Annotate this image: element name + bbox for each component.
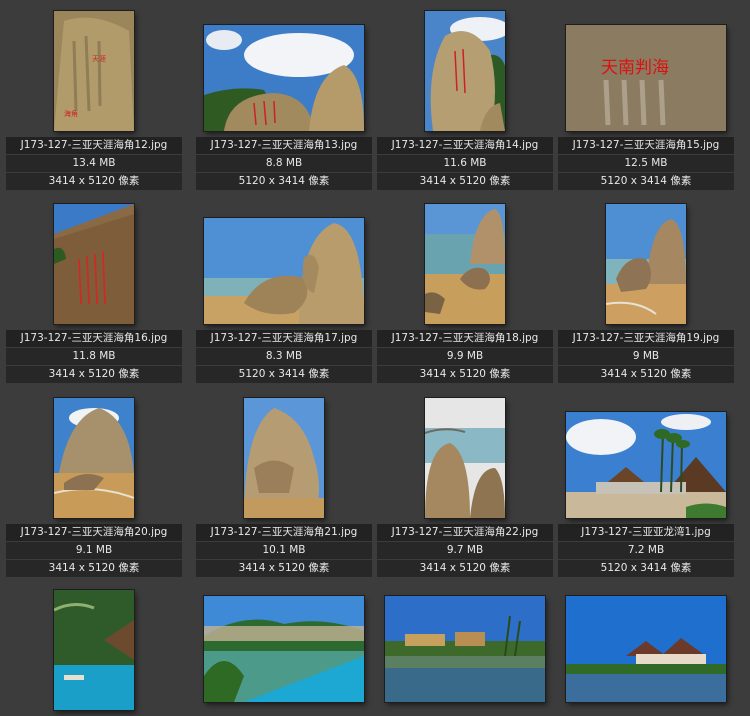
image-dimensions: 5120 x 3414 像素: [558, 560, 734, 578]
photo-thumbnail[interactable]: 天南判海: [565, 24, 727, 132]
rock-text: 天南判海: [601, 58, 669, 78]
image-dimensions: 5120 x 3414 像素: [196, 173, 372, 191]
file-name: J173-127-三亚天涯海角18.jpg: [377, 330, 553, 348]
file-name: J173-127-三亚天涯海角22.jpg: [377, 524, 553, 542]
photo-thumbnail[interactable]: [424, 203, 506, 325]
photo-thumbnail[interactable]: [53, 589, 135, 711]
file-name: J173-127-三亚天涯海角21.jpg: [196, 524, 372, 542]
file-name: J173-127-三亚天涯海角19.jpg: [558, 330, 734, 348]
thumbnail-grid: 天涯 海角 J173-127-三亚天涯海角12.jpg 13.4 MB 3414…: [0, 0, 750, 715]
file-size: 8.8 MB: [196, 155, 372, 173]
file-size: 12.5 MB: [558, 155, 734, 173]
file-size: 9 MB: [558, 348, 734, 366]
file-size: 9.9 MB: [377, 348, 553, 366]
rock-text: 天涯: [92, 54, 106, 63]
thumbnail-item[interactable]: 天涯 海角 J173-127-三亚天涯海角12.jpg 13.4 MB 3414…: [6, 5, 182, 191]
image-dimensions: 3414 x 5120 像素: [377, 560, 553, 578]
thumbnail-item[interactable]: [377, 586, 553, 716]
photo-thumbnail[interactable]: [384, 595, 546, 703]
file-name: J173-127-三亚天涯海角14.jpg: [377, 137, 553, 155]
thumbnail-item[interactable]: [558, 586, 734, 716]
file-size: 7.2 MB: [558, 542, 734, 560]
thumbnail-item[interactable]: [196, 586, 372, 716]
photo-thumbnail[interactable]: [203, 595, 365, 703]
file-name: J173-127-三亚天涯海角12.jpg: [6, 137, 182, 155]
file-size: 13.4 MB: [6, 155, 182, 173]
file-size: 9.1 MB: [6, 542, 182, 560]
thumbnail-item[interactable]: J173-127-三亚天涯海角18.jpg 9.9 MB 3414 x 5120…: [377, 198, 553, 384]
thumbnail-item[interactable]: J173-127-三亚天涯海角21.jpg 10.1 MB 3414 x 512…: [196, 392, 372, 578]
image-dimensions: 3414 x 5120 像素: [6, 366, 182, 384]
photo-thumbnail[interactable]: [53, 397, 135, 519]
file-name: J173-127-三亚亚龙湾1.jpg: [558, 524, 734, 542]
svg-text:海角: 海角: [64, 109, 78, 118]
photo-thumbnail[interactable]: [424, 10, 506, 132]
file-size: 11.6 MB: [377, 155, 553, 173]
image-dimensions: 5120 x 3414 像素: [558, 173, 734, 191]
file-name: J173-127-三亚天涯海角20.jpg: [6, 524, 182, 542]
photo-thumbnail[interactable]: 天涯 海角: [53, 10, 135, 132]
file-name: J173-127-三亚天涯海角17.jpg: [196, 330, 372, 348]
photo-thumbnail[interactable]: [565, 411, 727, 519]
image-dimensions: 3414 x 5120 像素: [6, 173, 182, 191]
photo-thumbnail[interactable]: [203, 217, 365, 325]
photo-thumbnail[interactable]: [605, 203, 687, 325]
photo-thumbnail[interactable]: [203, 24, 365, 132]
thumbnail-item[interactable]: 天南判海 J173-127-三亚天涯海角15.jpg 12.5 MB 5120 …: [558, 5, 734, 191]
thumbnail-item[interactable]: [6, 586, 182, 716]
thumbnail-item[interactable]: J173-127-三亚天涯海角13.jpg 8.8 MB 5120 x 3414…: [196, 5, 372, 191]
file-size: 9.7 MB: [377, 542, 553, 560]
photo-thumbnail[interactable]: [424, 397, 506, 519]
image-dimensions: 5120 x 3414 像素: [196, 366, 372, 384]
file-size: 10.1 MB: [196, 542, 372, 560]
image-dimensions: 3414 x 5120 像素: [6, 560, 182, 578]
image-dimensions: 3414 x 5120 像素: [558, 366, 734, 384]
thumbnail-item[interactable]: J173-127-三亚天涯海角22.jpg 9.7 MB 3414 x 5120…: [377, 392, 553, 578]
thumbnail-item[interactable]: J173-127-三亚天涯海角17.jpg 8.3 MB 5120 x 3414…: [196, 198, 372, 384]
file-size: 11.8 MB: [6, 348, 182, 366]
photo-thumbnail[interactable]: [53, 203, 135, 325]
thumbnail-item[interactable]: J173-127-三亚天涯海角14.jpg 11.6 MB 3414 x 512…: [377, 5, 553, 191]
file-name: J173-127-三亚天涯海角15.jpg: [558, 137, 734, 155]
thumbnail-item[interactable]: J173-127-三亚天涯海角20.jpg 9.1 MB 3414 x 5120…: [6, 392, 182, 578]
file-size: 8.3 MB: [196, 348, 372, 366]
photo-thumbnail[interactable]: [565, 595, 727, 703]
thumbnail-item[interactable]: J173-127-三亚天涯海角19.jpg 9 MB 3414 x 5120 像…: [558, 198, 734, 384]
thumbnail-item[interactable]: J173-127-三亚亚龙湾1.jpg 7.2 MB 5120 x 3414 像…: [558, 392, 734, 578]
image-dimensions: 3414 x 5120 像素: [196, 560, 372, 578]
image-dimensions: 3414 x 5120 像素: [377, 366, 553, 384]
photo-thumbnail[interactable]: [243, 397, 325, 519]
image-dimensions: 3414 x 5120 像素: [377, 173, 553, 191]
file-name: J173-127-三亚天涯海角13.jpg: [196, 137, 372, 155]
thumbnail-item[interactable]: J173-127-三亚天涯海角16.jpg 11.8 MB 3414 x 512…: [6, 198, 182, 384]
file-name: J173-127-三亚天涯海角16.jpg: [6, 330, 182, 348]
